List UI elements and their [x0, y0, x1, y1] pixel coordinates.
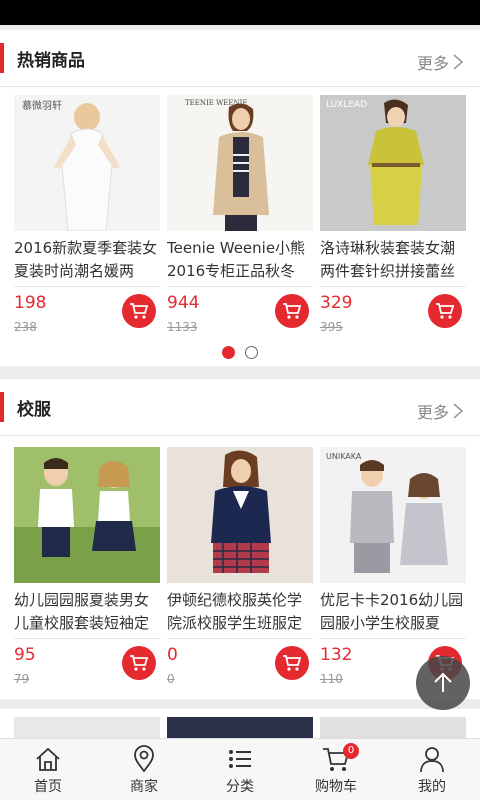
- more-link[interactable]: 更多: [417, 50, 464, 74]
- tab-home[interactable]: 首页: [0, 739, 96, 800]
- cart-icon: [436, 303, 455, 319]
- list-icon: [229, 750, 251, 768]
- product-price: 95: [14, 645, 36, 665]
- add-to-cart-button[interactable]: [122, 294, 156, 328]
- original-price: 238: [14, 320, 37, 334]
- product-price: 132: [320, 645, 353, 665]
- add-to-cart-button[interactable]: [428, 294, 462, 328]
- cart-icon: [283, 655, 302, 671]
- arrow-up-icon: [434, 672, 452, 692]
- section-accent-bar: [0, 43, 4, 73]
- chevron-right-icon: [453, 403, 464, 419]
- product-price: 944: [167, 293, 200, 313]
- tab-label: 我的: [418, 779, 446, 795]
- product-name[interactable]: 伊顿纪德校服英伦学院派校服学生班服定: [167, 589, 315, 635]
- original-price: 1133: [167, 320, 198, 334]
- home-icon: [36, 747, 60, 771]
- product-image[interactable]: TEENIE WEENIE: [167, 95, 313, 231]
- location-pin-icon: [134, 745, 154, 773]
- tab-merchants[interactable]: 商家: [96, 739, 192, 800]
- product-name[interactable]: 2016新款夏季套装女夏装时尚潮名媛两: [14, 237, 162, 283]
- product-image[interactable]: LUXLEAD: [320, 95, 466, 231]
- product-image[interactable]: [14, 717, 160, 738]
- product-image[interactable]: 慕微羽轩: [14, 95, 160, 231]
- product-image[interactable]: [167, 717, 313, 738]
- add-to-cart-button[interactable]: [275, 294, 309, 328]
- section-title: 校服: [17, 400, 51, 420]
- more-label: 更多: [416, 403, 449, 422]
- cart-icon: [283, 303, 302, 319]
- tab-label: 商家: [130, 779, 158, 795]
- bottom-tab-bar: 首页 商家 分类 0 购物车 我的: [0, 738, 480, 800]
- section-header: 校服 更多: [0, 379, 480, 436]
- tab-label: 分类: [226, 779, 254, 795]
- tab-mine[interactable]: 我的: [384, 739, 480, 800]
- product-name[interactable]: 幼儿园园服夏装男女儿童校服套装短袖定: [14, 589, 162, 635]
- cart-icon: [130, 655, 149, 671]
- next-section-preview: [0, 709, 480, 738]
- divider: [320, 638, 466, 639]
- product-name[interactable]: 优尼卡卡2016幼儿园园服小学生校服夏: [320, 589, 468, 635]
- product-price: 0: [167, 645, 178, 665]
- uniform-section: 校服 更多 幼儿园园服夏装男女儿童校服套装短袖定 95 79 伊顿纪德校服英伦学…: [0, 379, 480, 699]
- divider: [320, 286, 466, 287]
- divider: [167, 638, 313, 639]
- divider: [14, 286, 160, 287]
- page-dot-active[interactable]: [222, 346, 235, 359]
- divider: [167, 286, 313, 287]
- product-image[interactable]: [14, 447, 160, 583]
- product-name[interactable]: 洛诗琳秋装套装女潮两件套针织拼接蕾丝: [320, 237, 468, 283]
- add-to-cart-button[interactable]: [122, 646, 156, 680]
- divider: [14, 638, 160, 639]
- page-dot[interactable]: [245, 346, 258, 359]
- tab-categories[interactable]: 分类: [192, 739, 288, 800]
- cart-icon: [130, 303, 149, 319]
- more-label: 更多: [416, 54, 449, 73]
- carousel-pagination: [0, 346, 480, 359]
- home-scroll[interactable]: 热销商品 更多 慕微羽轩 2016新款夏季套装女夏装时尚潮名媛两 198 238…: [0, 25, 480, 738]
- product-price: 198: [14, 293, 47, 313]
- brand-logo: LUXLEAD: [326, 100, 367, 110]
- original-price: 395: [320, 320, 343, 334]
- section-title: 热销商品: [17, 51, 85, 71]
- more-link[interactable]: 更多: [417, 399, 464, 423]
- hot-products-section: 热销商品 更多 慕微羽轩 2016新款夏季套装女夏装时尚潮名媛两 198 238…: [0, 30, 480, 366]
- status-bar: [0, 0, 480, 25]
- user-icon: [420, 747, 444, 773]
- cart-badge: 0: [343, 743, 359, 759]
- product-price: 329: [320, 293, 353, 313]
- brand-logo: 慕微羽轩: [22, 99, 62, 112]
- original-price: 79: [14, 672, 30, 686]
- original-price: 110: [320, 672, 343, 686]
- tab-label: 购物车: [315, 779, 357, 795]
- section-accent-bar: [0, 392, 4, 422]
- add-to-cart-button[interactable]: [275, 646, 309, 680]
- chevron-right-icon: [453, 54, 464, 70]
- product-image[interactable]: UNIKAKA: [320, 447, 466, 583]
- brand-logo: UNIKAKA: [326, 452, 362, 461]
- back-to-top-button[interactable]: [416, 656, 470, 710]
- section-header: 热销商品 更多: [0, 30, 480, 87]
- tab-label: 首页: [34, 779, 62, 795]
- tab-cart[interactable]: 0 购物车: [288, 739, 384, 800]
- product-name[interactable]: Teenie Weenie小熊2016专柜正品秋冬: [167, 237, 315, 283]
- product-image[interactable]: [167, 447, 313, 583]
- original-price: 0: [167, 672, 175, 686]
- product-image[interactable]: [320, 717, 466, 738]
